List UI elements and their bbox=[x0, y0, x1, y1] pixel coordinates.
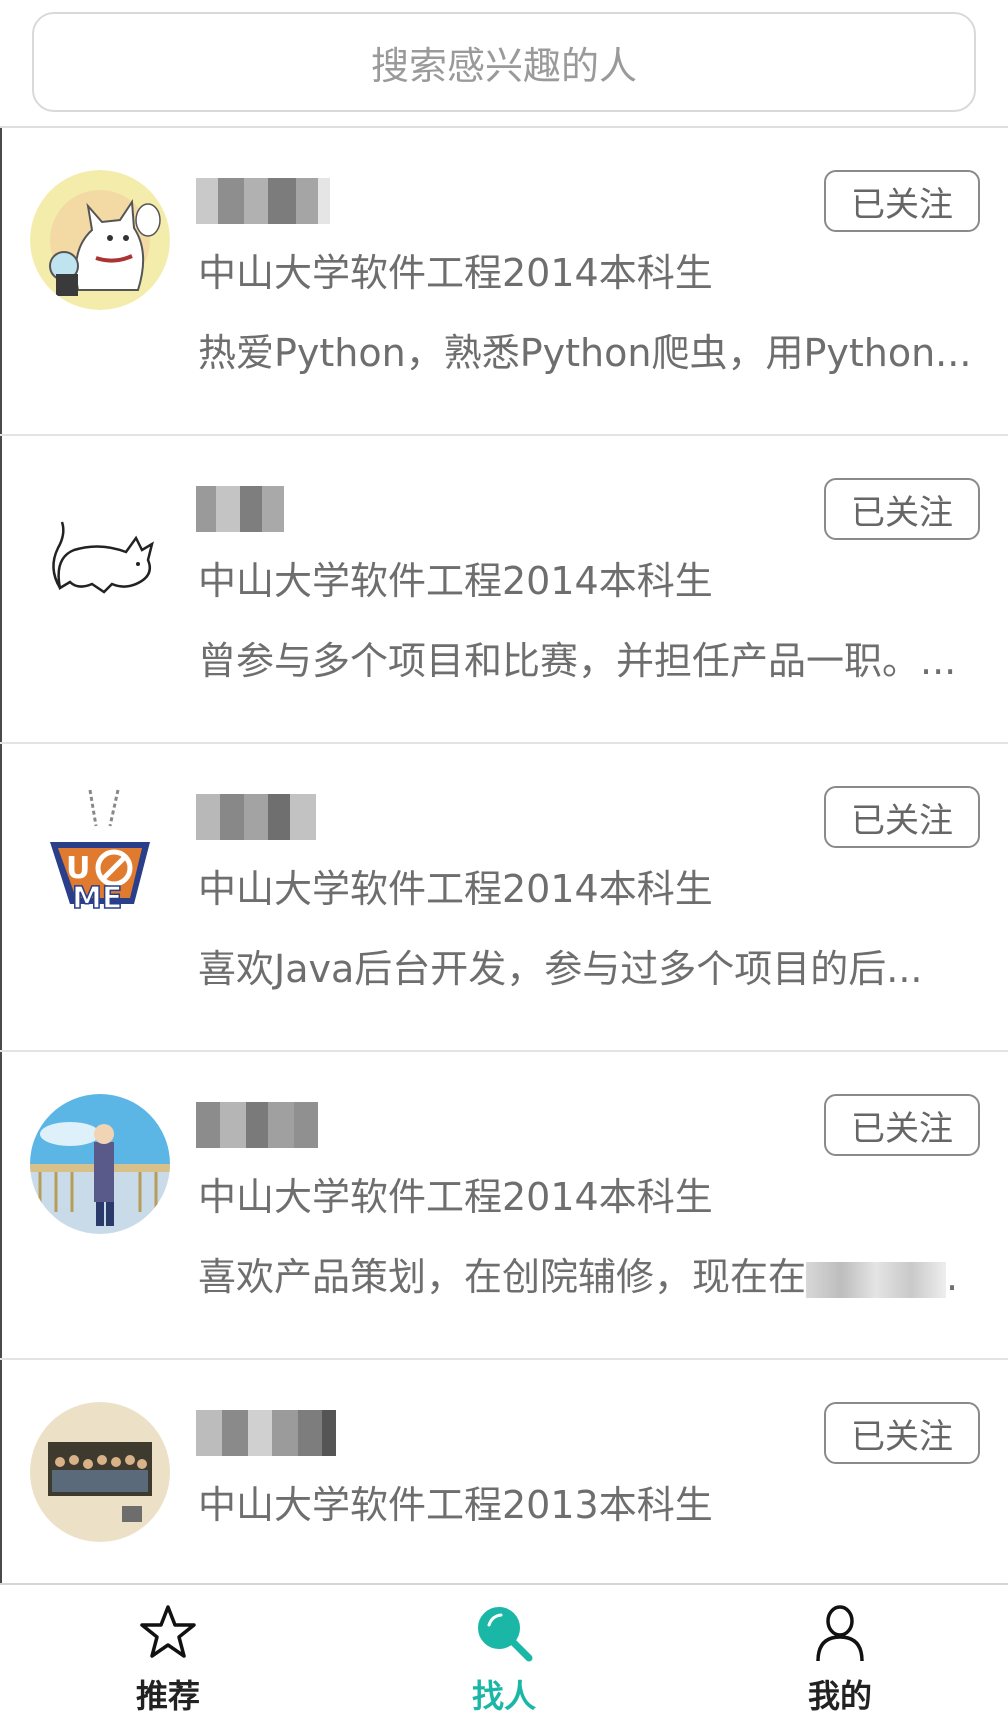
user-school: 中山大学软件工程2013本科生 bbox=[198, 1483, 713, 1527]
user-school: 中山大学软件工程2014本科生 bbox=[198, 559, 713, 603]
tab-label: 我的 bbox=[807, 1677, 872, 1715]
list-item[interactable]: 已关注 中山大学软件工程2013本科生 bbox=[0, 1360, 1008, 1583]
list-item[interactable]: 已关注 中山大学软件工程2014本科生 喜欢产品策划，在创院辅修，现在在. bbox=[0, 1052, 1008, 1360]
search-bar: 搜索感兴趣的人 bbox=[0, 0, 1008, 128]
search-input[interactable]: 搜索感兴趣的人 bbox=[32, 12, 976, 112]
search-icon bbox=[478, 1607, 533, 1662]
followed-button[interactable]: 已关注 bbox=[824, 1094, 980, 1156]
avatar[interactable] bbox=[30, 1402, 170, 1542]
list-item[interactable]: U ME 已关注 中山大学软件工程2014本科生 喜欢Java后台开发，参与过多… bbox=[0, 744, 1008, 1052]
user-bio-text: 喜欢产品策划，在创院辅修，现在在 bbox=[198, 1255, 807, 1299]
bio-redacted bbox=[806, 1261, 947, 1298]
user-name-redacted bbox=[196, 486, 284, 532]
user-name-redacted bbox=[196, 794, 316, 840]
avatar[interactable] bbox=[30, 478, 170, 618]
user-bio: 喜欢Java后台开发，参与过多个项目的后... bbox=[198, 947, 923, 991]
user-bio: 热爱Python，熟悉Python爬虫，用Python... bbox=[198, 331, 972, 375]
user-bio: 曾参与多个项目和比赛，并担任产品一职。... bbox=[198, 639, 957, 683]
list-item[interactable]: 已关注 中山大学软件工程2014本科生 热爱Python，熟悉Python爬虫，… bbox=[0, 128, 1008, 436]
user-name-redacted bbox=[196, 178, 330, 224]
tab-label: 推荐 bbox=[135, 1677, 200, 1715]
user-school: 中山大学软件工程2014本科生 bbox=[198, 867, 713, 911]
avatar[interactable] bbox=[30, 170, 170, 310]
person-icon bbox=[816, 1605, 864, 1662]
tab-label: 找人 bbox=[471, 1677, 536, 1715]
user-name-redacted bbox=[196, 1102, 318, 1148]
people-list[interactable]: 已关注 中山大学软件工程2014本科生 热爱Python，熟悉Python爬虫，… bbox=[0, 128, 1008, 1583]
tab-mine[interactable]: 我的 bbox=[672, 1585, 1008, 1717]
user-name-redacted bbox=[196, 1410, 336, 1456]
user-bio: 喜欢产品策划，在创院辅修，现在在. bbox=[198, 1246, 978, 1301]
tab-recommend[interactable]: 推荐 bbox=[0, 1585, 336, 1717]
list-item[interactable]: 已关注 中山大学软件工程2014本科生 曾参与多个项目和比赛，并担任产品一职。.… bbox=[0, 436, 1008, 744]
svg-text:ME: ME bbox=[72, 881, 122, 916]
bottom-tab-bar: 推荐 找人 我的 bbox=[0, 1583, 1008, 1717]
followed-button[interactable]: 已关注 bbox=[824, 170, 980, 232]
user-bio-tail: . bbox=[946, 1255, 959, 1299]
user-school: 中山大学软件工程2014本科生 bbox=[198, 1175, 713, 1219]
followed-button[interactable]: 已关注 bbox=[824, 786, 980, 848]
tab-find-people[interactable]: 找人 bbox=[336, 1585, 672, 1717]
followed-button[interactable]: 已关注 bbox=[824, 478, 980, 540]
avatar[interactable]: U ME bbox=[30, 786, 170, 926]
followed-button[interactable]: 已关注 bbox=[824, 1402, 980, 1464]
avatar[interactable] bbox=[30, 1094, 170, 1234]
user-school: 中山大学软件工程2014本科生 bbox=[198, 251, 713, 295]
star-icon bbox=[140, 1605, 196, 1658]
